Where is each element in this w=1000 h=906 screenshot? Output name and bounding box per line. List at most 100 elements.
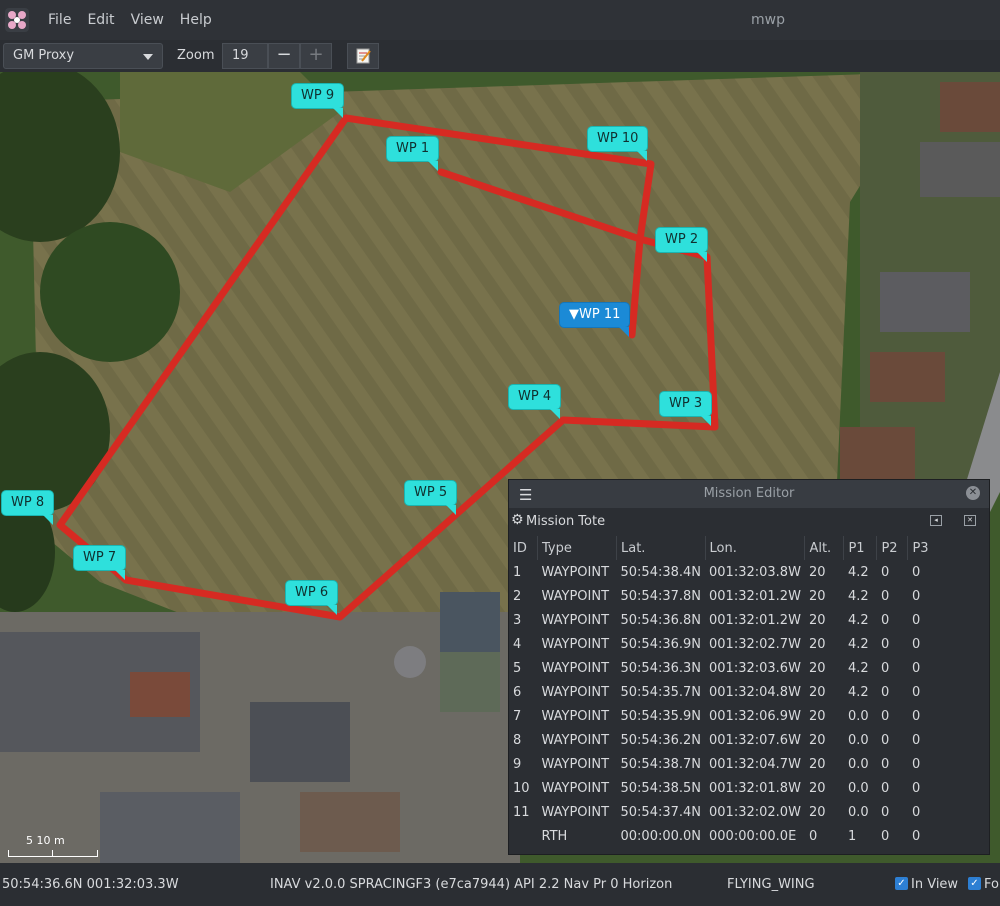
table-cell: 0	[880, 612, 890, 628]
menu-file[interactable]: File	[48, 12, 71, 28]
table-row[interactable]: 11 WAYPOINT 50:54:37.4N 001:32:02.0W 20 0.0 0 0	[509, 800, 938, 824]
table-cell: 0	[911, 636, 921, 652]
table-cell: 0.0	[847, 708, 869, 724]
table-row[interactable]: 1 WAYPOINT 50:54:38.4N 001:32:03.8W 20 4.2 0 0	[509, 560, 938, 584]
column-header[interactable]: P2	[876, 536, 908, 560]
table-cell: 0	[911, 588, 921, 604]
table-row[interactable]: 5 WAYPOINT 50:54:36.3N 001:32:03.6W 20 4.2 0 0	[509, 656, 938, 680]
follow-label: Fol	[984, 877, 1000, 892]
table-cell: 0	[911, 660, 921, 676]
table-cell: 20	[808, 732, 826, 748]
table-cell: 20	[808, 756, 826, 772]
table-cell: 0	[911, 756, 921, 772]
waypoint-marker-6[interactable]: WP 6	[286, 581, 338, 615]
window-title: mwp	[751, 12, 785, 28]
zoom-in-button[interactable]: +	[300, 43, 332, 69]
column-header[interactable]: P1	[843, 536, 877, 560]
table-cell: 50:54:35.9N	[620, 708, 702, 724]
edit-mission-button[interactable]	[347, 43, 379, 69]
table-row[interactable]: 6 WAYPOINT 50:54:35.7N 001:32:04.8W 20 4.2 0 0	[509, 680, 938, 704]
waypoint-marker-3[interactable]: WP 3	[660, 392, 712, 426]
gear-icon[interactable]: ⚙	[511, 512, 524, 528]
table-cell: WAYPOINT	[541, 684, 610, 700]
waypoint-marker-4[interactable]: WP 4	[509, 385, 561, 419]
table-row[interactable]: 4 WAYPOINT 50:54:36.9N 001:32:02.7W 20 4.2 0 0	[509, 632, 938, 656]
table-cell: 11	[513, 804, 530, 820]
table-cell: 0	[911, 684, 921, 700]
table-cell: 0	[880, 660, 890, 676]
table-cell: 3	[513, 612, 522, 628]
column-header[interactable]: P3	[907, 536, 939, 560]
table-cell: 4.2	[847, 684, 869, 700]
table-cell: WAYPOINT	[541, 756, 610, 772]
table-cell: 4.2	[847, 564, 869, 580]
table-cell: 20	[808, 588, 826, 604]
menu-view[interactable]: View	[131, 12, 164, 28]
in-view-label: In View	[911, 877, 959, 892]
table-cell: 001:32:02.0W	[709, 804, 801, 820]
column-header[interactable]: Type	[537, 536, 617, 560]
detach-icon[interactable]: ◂	[930, 515, 942, 526]
table-cell: 0	[911, 612, 921, 628]
table-cell: 50:54:36.3N	[620, 660, 702, 676]
fc-info: INAV v2.0.0 SPRACINGF3 (e7ca7944) API 2.…	[270, 877, 673, 892]
table-cell: 0	[911, 828, 921, 844]
table-cell: 0.0	[847, 804, 869, 820]
table-row[interactable]: 3 WAYPOINT 50:54:36.8N 001:32:01.2W 20 4.2 0 0	[509, 608, 938, 632]
waypoint-marker-9[interactable]: WP 9	[292, 84, 344, 118]
panel-close-icon[interactable]: ✕	[964, 515, 976, 526]
waypoint-marker-8[interactable]: WP 8	[2, 491, 54, 525]
waypoint-marker-10[interactable]: WP 10	[588, 127, 648, 161]
waypoint-marker-5[interactable]: WP 5	[405, 481, 457, 515]
table-cell: 0	[880, 780, 890, 796]
menu-help[interactable]: Help	[180, 12, 212, 28]
menu-edit[interactable]: Edit	[87, 12, 114, 28]
in-view-checkbox[interactable]: ✓	[895, 877, 908, 890]
table-cell: 0	[880, 804, 890, 820]
table-cell: 1	[847, 828, 857, 844]
table-cell: 20	[808, 564, 826, 580]
table-row[interactable]: 9 WAYPOINT 50:54:38.7N 001:32:04.7W 20 0.0 0 0	[509, 752, 938, 776]
mission-tote-bar: ⚙ Mission Tote ◂ ✕	[509, 508, 989, 534]
table-cell: 20	[808, 708, 826, 724]
waypoint-marker-7[interactable]: WP 7	[74, 546, 126, 580]
column-header[interactable]: Lon.	[704, 536, 805, 560]
column-header[interactable]: ID	[509, 536, 538, 560]
table-cell: 001:32:07.6W	[709, 732, 801, 748]
column-header[interactable]: Lat.	[616, 536, 706, 560]
table-cell: 50:54:36.8N	[620, 612, 702, 628]
table-cell: WAYPOINT	[541, 732, 610, 748]
table-cell: 50:54:38.4N	[620, 564, 702, 580]
table-row[interactable]: 8 WAYPOINT 50:54:36.2N 001:32:07.6W 20 0.0 0 0	[509, 728, 938, 752]
map-source-value: GM Proxy	[13, 48, 75, 63]
waypoint-marker-2[interactable]: WP 2	[656, 228, 708, 262]
waypoint-marker-1[interactable]: WP 1	[387, 137, 439, 171]
table-cell: WAYPOINT	[541, 804, 610, 820]
close-icon[interactable]: ✕	[966, 486, 980, 500]
zoom-out-button[interactable]: −	[268, 43, 300, 69]
table-cell: WAYPOINT	[541, 612, 610, 628]
table-row[interactable]: 2 WAYPOINT 50:54:37.8N 001:32:01.2W 20 4.2 0 0	[509, 584, 938, 608]
map-scale-tick	[52, 850, 53, 856]
table-row[interactable]: RTH 00:00:00.0N 000:00:00.0E 0 1 0 0	[509, 824, 938, 848]
table-cell: 001:32:01.2W	[709, 588, 801, 604]
mission-editor-header: ☰ Mission Editor ✕	[509, 480, 989, 508]
notepad-icon	[356, 48, 371, 64]
table-cell: WAYPOINT	[541, 780, 610, 796]
mission-table: ID Type Lat. Lon. Alt. P1 P2 P3 1 WAYPOINT 50:54:…	[509, 536, 939, 848]
follow-checkbox[interactable]: ✓	[968, 877, 981, 890]
table-cell: 50:54:38.7N	[620, 756, 702, 772]
waypoint-marker-11-current[interactable]: ▼WP 11	[560, 303, 630, 337]
table-cell: 0	[880, 684, 890, 700]
table-cell: 001:32:02.7W	[709, 636, 801, 652]
table-cell: 20	[808, 636, 826, 652]
map-source-dropdown[interactable]: GM Proxy	[3, 43, 163, 69]
table-cell: 8	[513, 732, 522, 748]
table-row[interactable]: 10 WAYPOINT 50:54:38.5N 001:32:01.8W 20 0.0 0 0	[509, 776, 938, 800]
column-header[interactable]: Alt.	[804, 536, 844, 560]
status-bar: 50:54:36.6N 001:32:03.3W INAV v2.0.0 SPR…	[0, 863, 1000, 906]
table-cell: WAYPOINT	[541, 708, 610, 724]
toolbar: GM Proxy Zoom 19 − +	[0, 40, 1000, 72]
table-row[interactable]: 7 WAYPOINT 50:54:35.9N 001:32:06.9W 20 0.0 0 0	[509, 704, 938, 728]
zoom-input[interactable]: 19	[222, 43, 268, 69]
